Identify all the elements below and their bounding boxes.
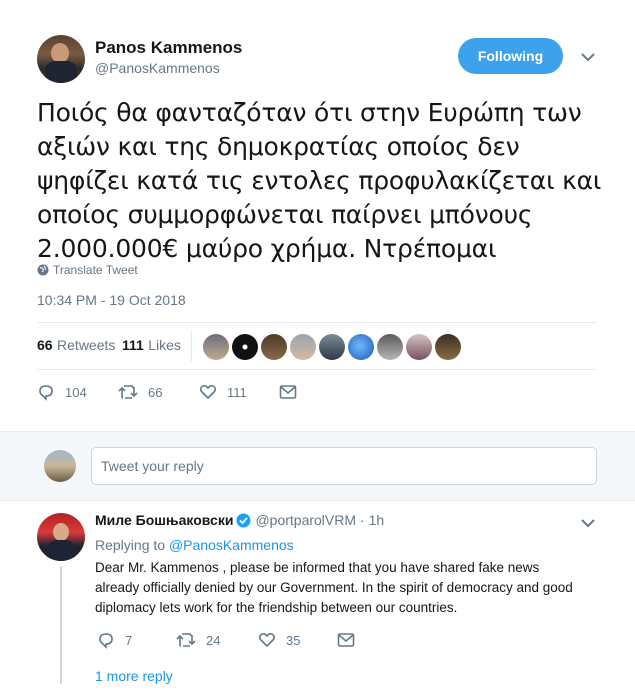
envelope-icon bbox=[279, 385, 297, 399]
liker-avatar[interactable] bbox=[261, 334, 287, 360]
reply-author-avatar[interactable] bbox=[37, 513, 85, 561]
reply-thread-line bbox=[60, 566, 62, 684]
reply-message-action[interactable] bbox=[337, 632, 355, 653]
tweet-text: Ποιός θα φανταζόταν ότι στην Ευρώπη των … bbox=[37, 96, 627, 266]
reply-header: Миле Бошњаковски @portparolVRM · 1h bbox=[95, 512, 384, 528]
likes-count: 111 bbox=[122, 337, 144, 353]
reply-author-name[interactable]: Миле Бошњаковски bbox=[95, 512, 233, 528]
retweets-label: Retweets bbox=[57, 337, 116, 353]
tweet-text-line: οποίος συμμορφώνεται παίρνει μπόνους bbox=[37, 200, 533, 229]
liker-avatar[interactable] bbox=[232, 334, 258, 360]
replying-to-label: Replying to bbox=[95, 537, 166, 553]
reply-text: Dear Mr. Kammenos , please be informed t… bbox=[95, 558, 625, 618]
liker-avatar[interactable] bbox=[203, 334, 229, 360]
likes-label: Likes bbox=[148, 337, 181, 353]
translate-tweet-link[interactable]: Translate Tweet bbox=[37, 263, 138, 277]
reply-composer: Tweet your reply bbox=[0, 431, 635, 501]
retweet-icon bbox=[118, 385, 138, 399]
author-avatar[interactable] bbox=[37, 35, 85, 83]
liker-avatar[interactable] bbox=[319, 334, 345, 360]
reply-like-count: 35 bbox=[286, 632, 301, 648]
liker-avatar[interactable] bbox=[406, 334, 432, 360]
heart-icon bbox=[258, 632, 276, 648]
verified-badge-icon bbox=[236, 513, 251, 528]
like-count: 111 bbox=[227, 384, 247, 400]
like-action[interactable]: 111 bbox=[199, 383, 247, 401]
retweet-icon bbox=[176, 633, 196, 647]
reply-input[interactable]: Tweet your reply bbox=[91, 447, 597, 485]
tweet-text-line: 2.000.000€ μαύρο χρήμα. Ντρέπομαι bbox=[37, 234, 497, 263]
retweets-stat[interactable]: 66 Retweets bbox=[37, 337, 115, 355]
replying-to: Replying to @PanosKammenos bbox=[95, 537, 294, 553]
retweet-action[interactable]: 66 bbox=[118, 383, 162, 401]
reply-text-line: already officially denied by our Governm… bbox=[95, 580, 573, 595]
translate-tweet-label: Translate Tweet bbox=[53, 263, 138, 277]
reply-icon bbox=[39, 385, 53, 401]
reply-like-action[interactable]: 35 bbox=[258, 631, 300, 649]
reply-chevron-down-icon[interactable] bbox=[580, 516, 596, 528]
retweet-count: 66 bbox=[148, 384, 163, 400]
reply-reply-action[interactable]: 7 bbox=[97, 631, 132, 649]
liker-avatar[interactable] bbox=[290, 334, 316, 360]
divider bbox=[37, 369, 597, 370]
envelope-icon bbox=[337, 633, 355, 647]
reply-action[interactable]: 104 bbox=[37, 383, 87, 401]
following-button[interactable]: Following bbox=[458, 38, 563, 74]
reply-count: 104 bbox=[65, 384, 87, 400]
tweet-timestamp[interactable]: 10:34 PM - 19 Oct 2018 bbox=[37, 292, 186, 308]
chevron-down-icon[interactable] bbox=[580, 50, 596, 62]
reply-retweet-count: 24 bbox=[206, 632, 221, 648]
retweets-count: 66 bbox=[37, 337, 53, 353]
tweet-text-line: Ποιός θα φανταζόταν ότι στην Ευρώπη των bbox=[37, 98, 582, 127]
reply-text-line: diplomacy lets work for the friendship b… bbox=[95, 600, 458, 615]
reply-text-line: Dear Mr. Kammenos , please be informed t… bbox=[95, 560, 540, 575]
tweet-text-line: αξιών και της δημοκρατίας οποίος δεν bbox=[37, 132, 520, 161]
reply-time[interactable]: · 1h bbox=[360, 512, 384, 528]
divider bbox=[37, 322, 597, 323]
current-user-avatar[interactable] bbox=[44, 450, 76, 482]
reply-icon bbox=[99, 633, 113, 649]
reply-author-handle[interactable]: @portparolVRM bbox=[255, 512, 356, 528]
heart-icon bbox=[199, 384, 217, 400]
liker-avatar[interactable] bbox=[435, 334, 461, 360]
globe-icon bbox=[37, 264, 49, 276]
tweet-text-line: ψηφίζει κατά τις εντολες προφυλακίζεται … bbox=[37, 166, 602, 195]
author-name[interactable]: Panos Kammenos bbox=[95, 38, 242, 58]
more-replies-link[interactable]: 1 more reply bbox=[95, 668, 173, 684]
author-handle[interactable]: @PanosKammenos bbox=[95, 60, 220, 76]
liker-avatar[interactable] bbox=[348, 334, 374, 360]
reply-reply-count: 7 bbox=[125, 632, 133, 648]
stats-separator bbox=[191, 330, 192, 362]
replying-to-handle[interactable]: @PanosKammenos bbox=[169, 537, 294, 553]
message-action[interactable] bbox=[279, 384, 297, 405]
reply-retweet-action[interactable]: 24 bbox=[176, 631, 220, 649]
liker-avatar[interactable] bbox=[377, 334, 403, 360]
likes-stat[interactable]: 111 Likes bbox=[122, 337, 181, 355]
